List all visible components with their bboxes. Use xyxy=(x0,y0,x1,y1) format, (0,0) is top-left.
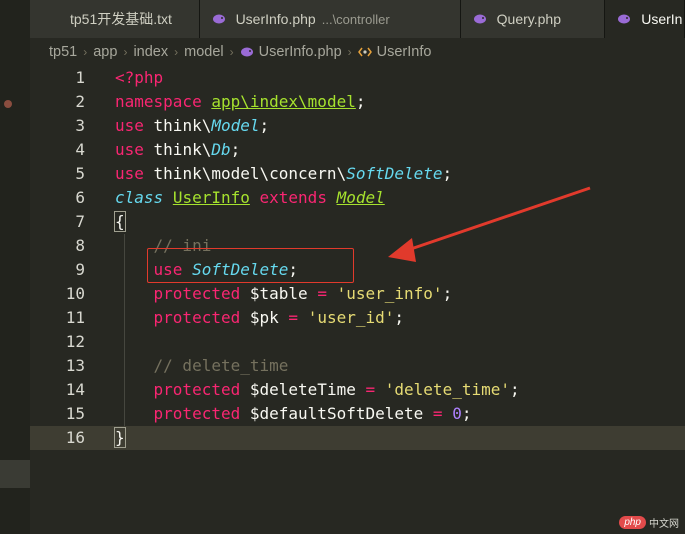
watermark: php 中文网 xyxy=(619,515,679,530)
watermark-text: 中文网 xyxy=(649,519,679,530)
annotation-arrow-icon xyxy=(388,186,591,262)
php-logo: php xyxy=(619,516,646,529)
